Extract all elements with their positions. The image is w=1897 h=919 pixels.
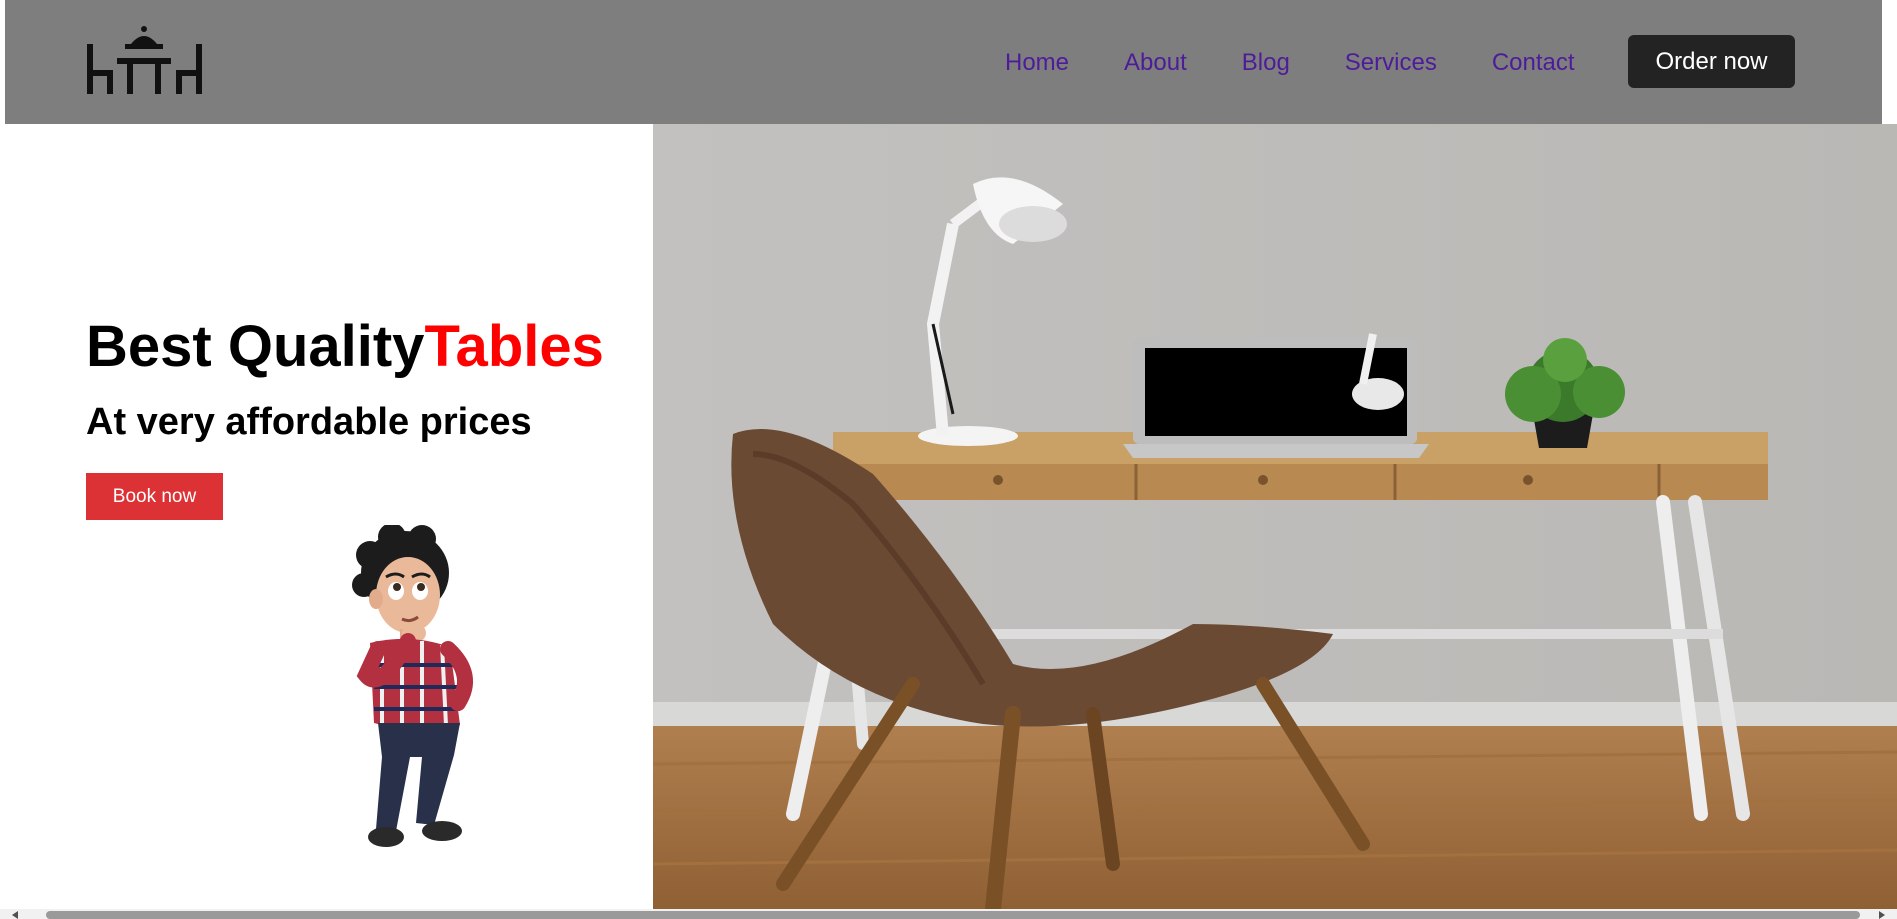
desk-chair-lamp-laptop-icon — [653, 124, 1897, 909]
nav-link-contact[interactable]: Contact — [1492, 49, 1575, 77]
thinking-man-illustration — [352, 525, 473, 847]
scroll-left-arrow-icon[interactable] — [12, 911, 18, 919]
hero-title-main: Best Quality — [86, 314, 425, 379]
nav-link-blog[interactable]: Blog — [1242, 49, 1290, 77]
hero-title-accent: Tables — [424, 314, 604, 379]
nav-link-services[interactable]: Services — [1345, 49, 1437, 77]
table-chairs-logo-icon[interactable] — [87, 24, 202, 96]
nav-link-about[interactable]: About — [1124, 49, 1187, 77]
order-now-button[interactable]: Order now — [1628, 35, 1795, 88]
nav-link-home[interactable]: Home — [1005, 49, 1069, 77]
horizontal-scrollbar[interactable] — [0, 909, 1897, 919]
hero-desk-photo — [653, 124, 1897, 909]
hero-title: Best QualityTables — [86, 312, 604, 382]
nav-links: Home About Blog Services Contact — [1005, 36, 1630, 90]
scroll-right-arrow-icon[interactable] — [1879, 911, 1885, 919]
scrollbar-thumb[interactable] — [46, 911, 1860, 919]
book-now-button[interactable]: Book now — [86, 473, 223, 520]
hero-subtitle: At very affordable prices — [86, 401, 532, 443]
navbar: Home About Blog Services Contact Order n… — [5, 0, 1882, 124]
